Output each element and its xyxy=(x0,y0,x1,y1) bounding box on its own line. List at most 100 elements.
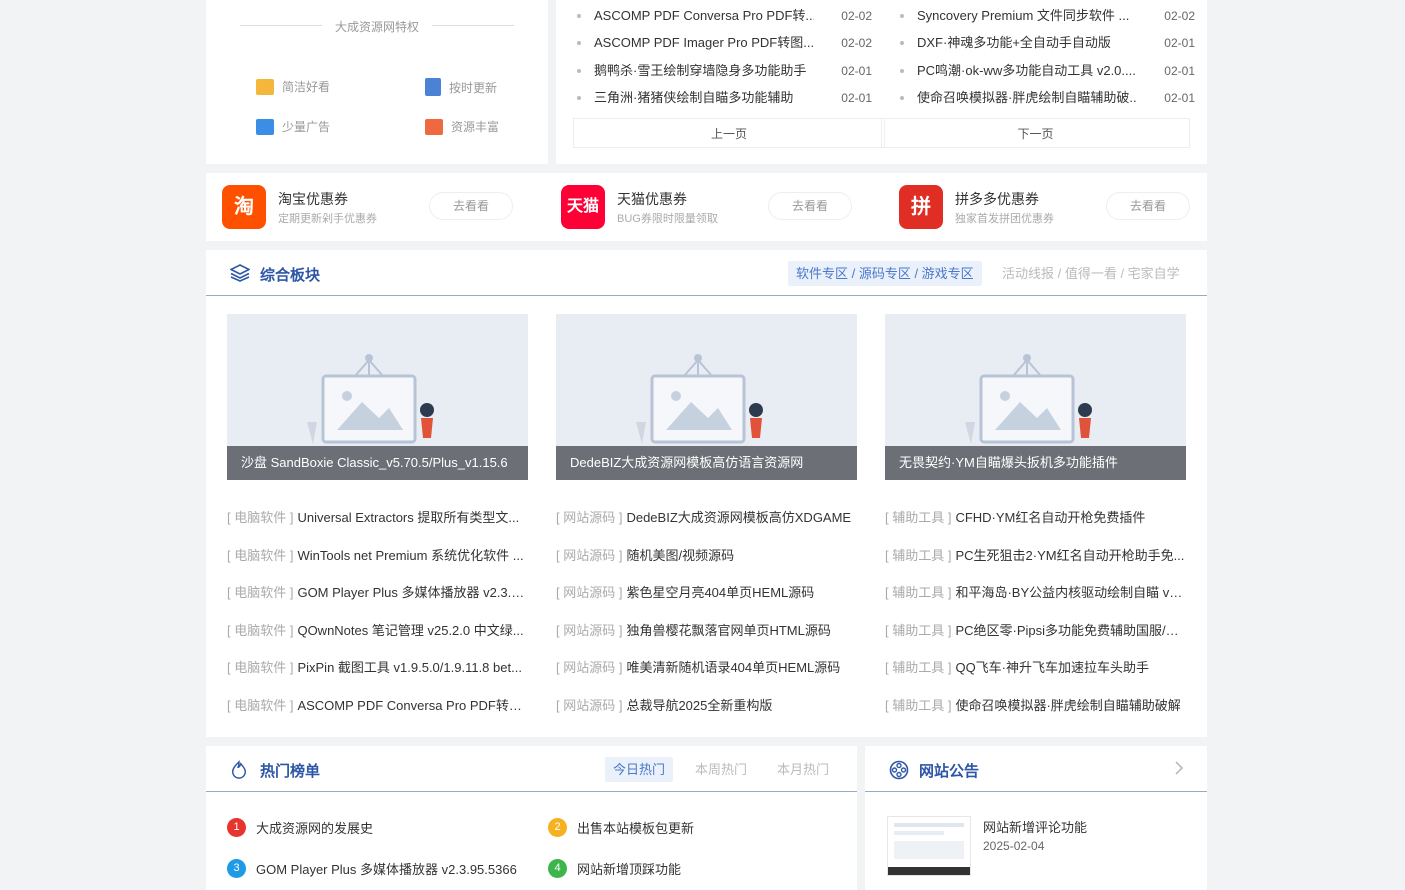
feature-card[interactable]: 无畏契约·YM自瞄爆头扳机多功能插件 xyxy=(885,314,1186,480)
coupon-go-button[interactable]: 去看看 xyxy=(429,192,513,220)
hot-item-title: 大成资源网的发展史 xyxy=(256,820,374,836)
feature-item: 简洁好看 xyxy=(256,78,330,95)
hot-item[interactable]: 2 出售本站模板包更新 xyxy=(548,817,694,837)
feature-label: 按时更新 xyxy=(449,80,498,95)
hot-item-title: 出售本站模板包更新 xyxy=(577,820,695,836)
source-list: [ 网站源码 ] DedeBIZ大成资源网模板高仿XDGAME [ 网站源码 ] 随… xyxy=(556,508,857,733)
rank-badge: 1 xyxy=(227,817,246,837)
combined-section: 综合板块 软件专区 / 源码专区 / 游戏专区 活动线报 / 值得一看 / 宅家… xyxy=(206,250,1207,737)
coupon-go-button[interactable]: 去看看 xyxy=(1106,192,1190,220)
feature-label: 少量广告 xyxy=(282,120,331,134)
envelope-icon xyxy=(256,78,274,95)
list-item[interactable]: ASCOMP PDF Imager Pro PDF转图... 02-02 xyxy=(577,34,872,52)
list-item[interactable]: [ 辅助工具 ] PC绝区零·Pipsi多功能免费辅助国服/国... xyxy=(885,621,1186,659)
section-header: 综合板块 软件专区 / 源码专区 / 游戏专区 活动线报 / 值得一看 / 宅家… xyxy=(206,250,1207,296)
feature-item: 资源丰富 xyxy=(425,118,499,135)
list-item[interactable]: [ 电脑软件 ] ASCOMP PDF Conversa Pro PDF转换... xyxy=(227,696,528,734)
flame-icon xyxy=(231,760,247,779)
feature-card[interactable]: DedeBIZ大成资源网模板高仿语言资源网 xyxy=(556,314,857,480)
hot-item-title: GOM Player Plus 多媒体播放器 v2.3.95.5366 xyxy=(256,861,517,877)
hot-item[interactable]: 3 GOM Player Plus 多媒体播放器 v2.3.95.5366 xyxy=(227,858,517,878)
ad-icon xyxy=(256,118,274,135)
coupons-panel: 淘 淘宝优惠券 定期更新剁手优惠券 去看看 天猫 天猫优惠券 BUG券限时限量领… xyxy=(206,173,1207,241)
list-item[interactable]: [ 网站源码 ] 独角兽樱花飘落官网单页HTML源码 xyxy=(556,621,857,659)
notice-date: 2025-02-04 xyxy=(983,839,1045,853)
list-item[interactable]: [ 电脑软件 ] GOM Player Plus 多媒体播放器 v2.3.9... xyxy=(227,583,528,621)
placeholder-illustration xyxy=(307,354,434,444)
list-item[interactable]: [ 辅助工具 ] 和平海岛·BY公益内核驱动绘制自瞄 v87. xyxy=(885,583,1186,621)
list-item[interactable]: DXF·神魂多功能+全自动手自动版 02-01 xyxy=(900,34,1195,52)
list-item[interactable]: [ 网站源码 ] 唯美清新随机语录404单页HEML源码 xyxy=(556,658,857,696)
rank-badge: 2 xyxy=(548,817,567,837)
list-item[interactable]: ASCOMP PDF Conversa Pro PDF转... 02-02 xyxy=(577,7,872,25)
coupon-subtitle: BUG券限时限量领取 xyxy=(617,213,718,225)
feature-label: 资源丰富 xyxy=(451,120,500,134)
section-title: 综合板块 xyxy=(260,267,321,284)
hot-item[interactable]: 4 网站新增顶踩功能 xyxy=(548,858,681,878)
coupon-title: 天猫优惠券 xyxy=(617,191,687,207)
feature-caption: 沙盘 SandBoxie Classic_v5.70.5/Plus_v1.15.… xyxy=(227,446,528,480)
next-page-button[interactable]: 下一页 xyxy=(881,118,1190,148)
tab-week-hot[interactable]: 本周热门 xyxy=(695,757,747,782)
list-item[interactable]: Syncovery Premium 文件同步软件 ... 02-02 xyxy=(900,7,1195,25)
taobao-icon: 淘 xyxy=(222,185,266,229)
hot-list-panel: 热门榜单 今日热门 本周热门 本月热门 1 大成资源网的发展史 2 出售本站模板… xyxy=(206,746,857,890)
list-item[interactable]: [ 网站源码 ] 紫色星空月亮404单页HEML源码 xyxy=(556,583,857,621)
hot-item[interactable]: 1 大成资源网的发展史 xyxy=(227,817,373,837)
coupon-pinduoduo: 拼 拼多多优惠券 独家首发拼团优惠券 去看看 xyxy=(899,185,1199,229)
list-item[interactable]: [ 电脑软件 ] PixPin 截图工具 v1.9.5.0/1.9.11.8 be… xyxy=(227,658,528,696)
notice-title[interactable]: 网站新增评论功能 xyxy=(983,817,1087,836)
feature-card[interactable]: 沙盘 SandBoxie Classic_v5.70.5/Plus_v1.15.… xyxy=(227,314,528,480)
chevron-right-icon[interactable] xyxy=(1174,761,1184,775)
list-item[interactable]: 三角洲·猪猪侠绘制自瞄多功能辅助 02-01 xyxy=(577,89,872,107)
list-item[interactable]: [ 辅助工具 ] CFHD·YM红名自动开枪免费插件 xyxy=(885,508,1186,546)
notice-thumbnail[interactable] xyxy=(887,816,971,876)
coupon-subtitle: 独家首发拼团优惠券 xyxy=(955,213,1054,225)
list-item[interactable]: [ 电脑软件 ] QOwnNotes 笔记管理 v25.2.0 中文绿... xyxy=(227,621,528,659)
tools-list: [ 辅助工具 ] CFHD·YM红名自动开枪免费插件 [ 辅助工具 ] PC生死狙击… xyxy=(885,508,1186,733)
section-header: 网站公告 xyxy=(865,746,1207,792)
feature-label: 简洁好看 xyxy=(282,80,331,94)
list-item[interactable]: [ 辅助工具 ] PC生死狙击2·YM红名自动开枪助手免... xyxy=(885,546,1186,584)
coupon-subtitle: 定期更新剁手优惠券 xyxy=(278,213,377,225)
list-item[interactable]: PC鸣潮·ok-ww多功能自动工具 v2.0.... 02-01 xyxy=(900,62,1195,80)
picture-icon xyxy=(425,118,443,135)
list-item[interactable]: [ 网站源码 ] 随机美图/视频源码 xyxy=(556,546,857,584)
coupon-taobao: 淘 淘宝优惠券 定期更新剁手优惠券 去看看 xyxy=(222,185,522,229)
placeholder-illustration xyxy=(965,354,1092,444)
reel-icon xyxy=(889,760,909,780)
coupon-go-button[interactable]: 去看看 xyxy=(768,192,852,220)
prev-page-button[interactable]: 上一页 xyxy=(573,118,885,148)
rank-badge: 4 xyxy=(548,858,567,878)
section-title: 热门榜单 xyxy=(260,763,321,780)
tab-activities[interactable]: 活动线报 / 值得一看 / 宅家自学 xyxy=(1002,261,1180,286)
list-item[interactable]: [ 电脑软件 ] Universal Extractors 提取所有类型文... xyxy=(227,508,528,546)
hot-item-title: 网站新增顶踩功能 xyxy=(577,861,682,877)
tab-today-hot[interactable]: 今日热门 xyxy=(605,757,674,782)
list-item[interactable]: 使命召唤模拟器·胖虎绘制自瞄辅助破... 02-01 xyxy=(900,89,1195,107)
section-title: 网站公告 xyxy=(919,763,980,780)
list-item[interactable]: 鹅鸭杀·雪王绘制穿墙隐身多功能助手 02-01 xyxy=(577,62,872,80)
placeholder-illustration xyxy=(636,354,763,444)
document-icon xyxy=(425,78,441,96)
list-item[interactable]: [ 网站源码 ] 总裁导航2025全新重构版 xyxy=(556,696,857,734)
list-item[interactable]: [ 网站源码 ] DedeBIZ大成资源网模板高仿XDGAME xyxy=(556,508,857,546)
list-item[interactable]: [ 辅助工具 ] 使命召唤模拟器·胖虎绘制自瞄辅助破解 xyxy=(885,696,1186,734)
tab-month-hot[interactable]: 本月热门 xyxy=(777,757,829,782)
pinduoduo-icon: 拼 xyxy=(899,185,943,229)
feature-caption: DedeBIZ大成资源网模板高仿语言资源网 xyxy=(556,446,857,480)
tmall-icon: 天猫 xyxy=(561,185,605,229)
software-list: [ 电脑软件 ] Universal Extractors 提取所有类型文... … xyxy=(227,508,528,733)
list-item[interactable]: [ 电脑软件 ] WinTools net Premium 系统优化软件 ... xyxy=(227,546,528,584)
coupon-title: 淘宝优惠券 xyxy=(278,191,348,207)
list-item[interactable]: [ 辅助工具 ] QQ飞车·神升飞车加速拉车头助手 xyxy=(885,658,1186,696)
features-panel: 大成资源网特权 简洁好看 按时更新 少量广告 资源丰富 xyxy=(206,0,548,164)
section-header: 热门榜单 今日热门 本周热门 本月热门 xyxy=(206,746,857,792)
tab-software-source-games[interactable]: 软件专区 / 源码专区 / 游戏专区 xyxy=(788,261,982,286)
feature-item: 少量广告 xyxy=(256,118,330,135)
coupon-title: 拼多多优惠券 xyxy=(955,191,1039,207)
rank-badge: 3 xyxy=(227,858,246,878)
feature-item: 按时更新 xyxy=(425,78,497,96)
recent-list-panel: ASCOMP PDF Conversa Pro PDF转... 02-02 ASC… xyxy=(556,0,1207,164)
coupon-tmall: 天猫 天猫优惠券 BUG券限时限量领取 去看看 xyxy=(561,185,861,229)
